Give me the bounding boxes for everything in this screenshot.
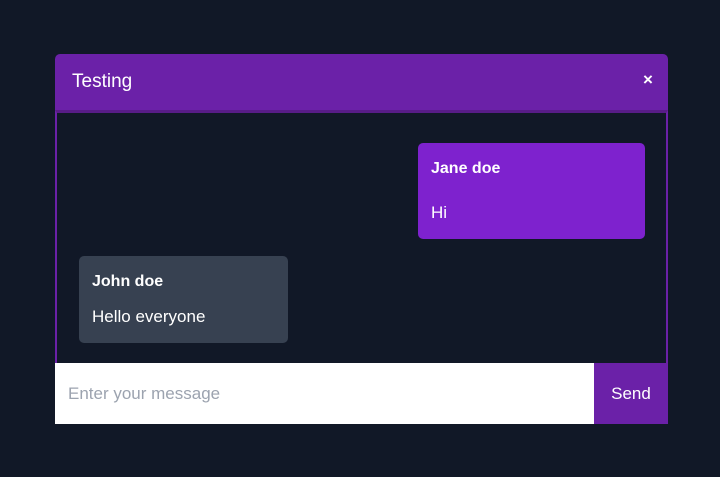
message-author: Jane doe (431, 160, 501, 177)
message-list: Jane doe Hi John doe Hello everyone (55, 110, 668, 363)
message-text: Hello everyone (92, 307, 206, 326)
message-bubble-outgoing: Jane doe Hi (418, 143, 645, 239)
message-bubble-incoming: John doe Hello everyone (79, 256, 288, 343)
message-author: John doe (92, 273, 164, 290)
close-button[interactable]: × (640, 69, 656, 91)
message-input[interactable] (55, 363, 594, 424)
send-button[interactable]: Send (594, 363, 668, 424)
chat-header: Testing × (55, 54, 668, 110)
chat-title: Testing (72, 71, 133, 92)
message-text: Hi (431, 203, 448, 222)
message-composer: Send (55, 363, 668, 424)
chat-window: Testing × Jane doe Hi John doe Hello eve… (55, 54, 668, 424)
